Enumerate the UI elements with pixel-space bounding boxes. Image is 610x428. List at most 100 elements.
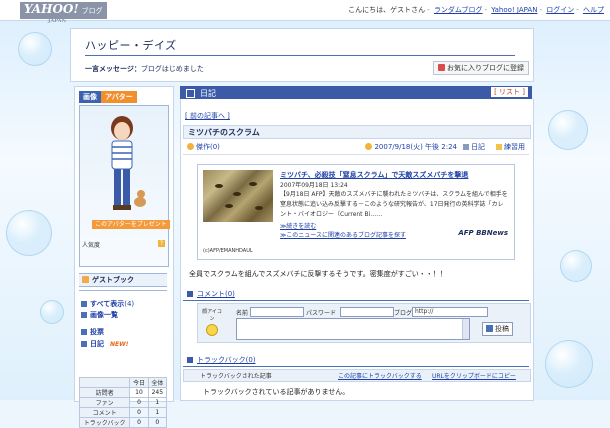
popularity-label: 人気度	[82, 242, 101, 249]
stats-today: 0	[129, 397, 149, 408]
stats-row-label: トラックバック	[78, 417, 131, 428]
avatar-image	[111, 116, 146, 210]
related-blogs-link[interactable]: ≫このニュースに関連のあるブログ記事を探す	[280, 230, 406, 239]
tab-images[interactable]: 画像	[79, 91, 101, 103]
entry-category-link[interactable]: 日記	[463, 142, 485, 152]
rating-label: 傑作(0)	[196, 143, 220, 151]
trackback-toolbar: トラックバックされた記事 この記事にトラックバックする URLをクリップボードに…	[183, 369, 531, 382]
message-label: 一言メッセージ：	[85, 65, 141, 73]
photo-credit: (c)AFP/EMANHDAUL	[203, 248, 253, 254]
login-link[interactable]: ログイン	[546, 6, 574, 14]
list-button[interactable]: [ リスト ]	[491, 87, 528, 97]
password-field[interactable]	[340, 307, 394, 317]
stats-total: 1	[147, 407, 168, 418]
bubble-decoration	[545, 340, 593, 388]
news-photo[interactable]	[203, 170, 273, 222]
read-more-link[interactable]: ≫続きを読む	[280, 221, 316, 230]
folder-icon	[496, 144, 502, 150]
send-trackback-link[interactable]: この記事にトラックバックする	[338, 371, 422, 380]
sidebar-divider	[79, 290, 167, 293]
trackback-column-label: トラックバックされた記事	[200, 373, 272, 380]
post-comment-button[interactable]: 投稿	[482, 322, 513, 336]
logo-sub: ブログ	[81, 7, 103, 15]
previous-entry-link[interactable]: [ 前の記事へ ]	[185, 111, 230, 121]
stats-row-label: 訪問者	[78, 387, 131, 398]
news-clip: ミツバチ、必殺技「窒息スクラム」で天敵スズメバチを撃退 2007年09月18日 …	[197, 164, 515, 260]
sidebar-item-images[interactable]: 画像一覧	[81, 310, 118, 320]
name-field[interactable]	[250, 307, 304, 317]
folder-icon	[81, 301, 87, 307]
new-badge: NEW!	[110, 341, 129, 348]
comment-header-link[interactable]: コメント(0)	[197, 289, 235, 299]
grid-icon	[186, 89, 195, 98]
bubble-decoration	[6, 210, 52, 256]
entry-category-label: 日記	[471, 143, 485, 151]
table-row: 今日 全体	[78, 377, 168, 388]
minus-icon[interactable]	[187, 291, 193, 297]
entry-folder-label: 練習用	[504, 143, 525, 151]
sidebar-item-count: (4)	[124, 300, 135, 308]
present-avatar-button[interactable]: このアバターをプレゼント	[92, 220, 170, 229]
stats-header-blank	[78, 377, 131, 388]
bubble-decoration	[548, 110, 588, 150]
stats-today: 10	[129, 387, 149, 398]
news-title-link[interactable]: ミツバチ、必殺技「窒息スクラム」で天敵スズメバチを撃退	[280, 170, 468, 180]
yahoo-japan-link[interactable]: Yahoo! JAPAN	[491, 6, 537, 14]
random-blog-link[interactable]: ランダムブログ	[434, 6, 483, 14]
guestbook-label: ゲストブック	[92, 276, 134, 284]
sidebar-item-vote[interactable]: 投票	[81, 327, 104, 337]
help-icon[interactable]: ?	[158, 240, 165, 247]
table-row: コメント 0 1	[78, 407, 168, 418]
face-icon-label: 顔アイコン	[202, 309, 222, 322]
sidebar: 画像 アバター このアバターをプレゼント 人気度 ? ゲストブック すべて表示(4…	[74, 86, 174, 428]
sidebar-item-label: 投票	[90, 328, 104, 336]
trackback-header-link[interactable]: トラックバック(0)	[197, 355, 256, 365]
stats-today: 0	[129, 407, 149, 418]
title-divider	[85, 55, 515, 56]
minus-icon[interactable]	[187, 357, 193, 363]
main-content: [ 前の記事へ ] ミツバチのスクラム 傑作(0) 2007/9/18(火) 午…	[180, 99, 534, 401]
greeting-text: こんにちは、ゲストさん	[348, 6, 426, 14]
stats-today: 0	[129, 417, 149, 428]
stats-header-total: 全体	[147, 377, 168, 388]
textarea-scrollbar[interactable]	[462, 319, 469, 339]
avatar-panel: このアバターをプレゼント 人気度 ?	[79, 105, 170, 267]
stats-total: 0	[147, 417, 168, 428]
stats-total: 1	[147, 397, 168, 408]
guestbook-header[interactable]: ゲストブック	[79, 273, 167, 287]
trackback-section-header: トラックバック(0)	[183, 355, 529, 367]
blog-url-field[interactable]: http://	[412, 307, 488, 317]
sidebar-item-diary[interactable]: 日記 NEW!	[81, 339, 128, 349]
entry-date: 2007/9/18(火) 午後 2:24	[365, 142, 457, 152]
section-title: 日記	[200, 89, 216, 98]
entry-folder-link[interactable]: 練習用	[496, 142, 525, 152]
stats-header-today: 今日	[129, 377, 149, 388]
blog-title[interactable]: ハッピー・デイズ	[85, 37, 177, 53]
no-trackback-text: トラックバックされている記事がありません。	[203, 388, 350, 396]
table-row: 訪問者 10 245	[78, 387, 168, 398]
entry-body-text: 全員でスクラムを組んでスズメバチに反撃するそうです。密集度がすごい・・！！	[189, 270, 447, 278]
comment-form: 顔アイコン 名前 パスワード ブログ http:// 投稿	[197, 303, 531, 343]
entry-title[interactable]: ミツバチのスクラム	[188, 127, 260, 138]
sidebar-item-all[interactable]: すべて表示(4)	[81, 299, 134, 309]
add-favorite-button[interactable]: お気に入りブログに登録	[433, 61, 529, 75]
bubble-decoration	[40, 300, 64, 324]
post-icon	[486, 325, 493, 332]
sidebar-tabs: 画像 アバター	[79, 91, 137, 103]
comment-textarea[interactable]	[236, 318, 470, 340]
copy-url-link[interactable]: URLをクリップボードにコピー	[432, 371, 516, 380]
header-links: こんにちは、ゲストさん - ランダムブログ - Yahoo! JAPAN - ログイン…	[348, 6, 604, 14]
clock-icon	[365, 143, 373, 150]
afp-bbnews-logo[interactable]: AFP BBNews	[458, 229, 508, 237]
tab-avatar[interactable]: アバター	[101, 91, 137, 103]
meta-divider	[183, 154, 529, 155]
folder-icon	[81, 341, 87, 347]
name-label: 名前	[236, 310, 249, 317]
blog-url-label: ブログ	[394, 310, 413, 317]
rating-button[interactable]: 傑作(0)	[187, 142, 220, 152]
yahoo-blog-logo[interactable]: YAHOO! ブログ JAPAN	[20, 2, 107, 24]
entry-title-bar: ミツバチのスクラム	[183, 125, 531, 139]
help-link[interactable]: ヘルプ	[583, 6, 604, 14]
medal-icon	[187, 143, 194, 150]
face-icon-picker[interactable]: 顔アイコン	[202, 308, 222, 336]
